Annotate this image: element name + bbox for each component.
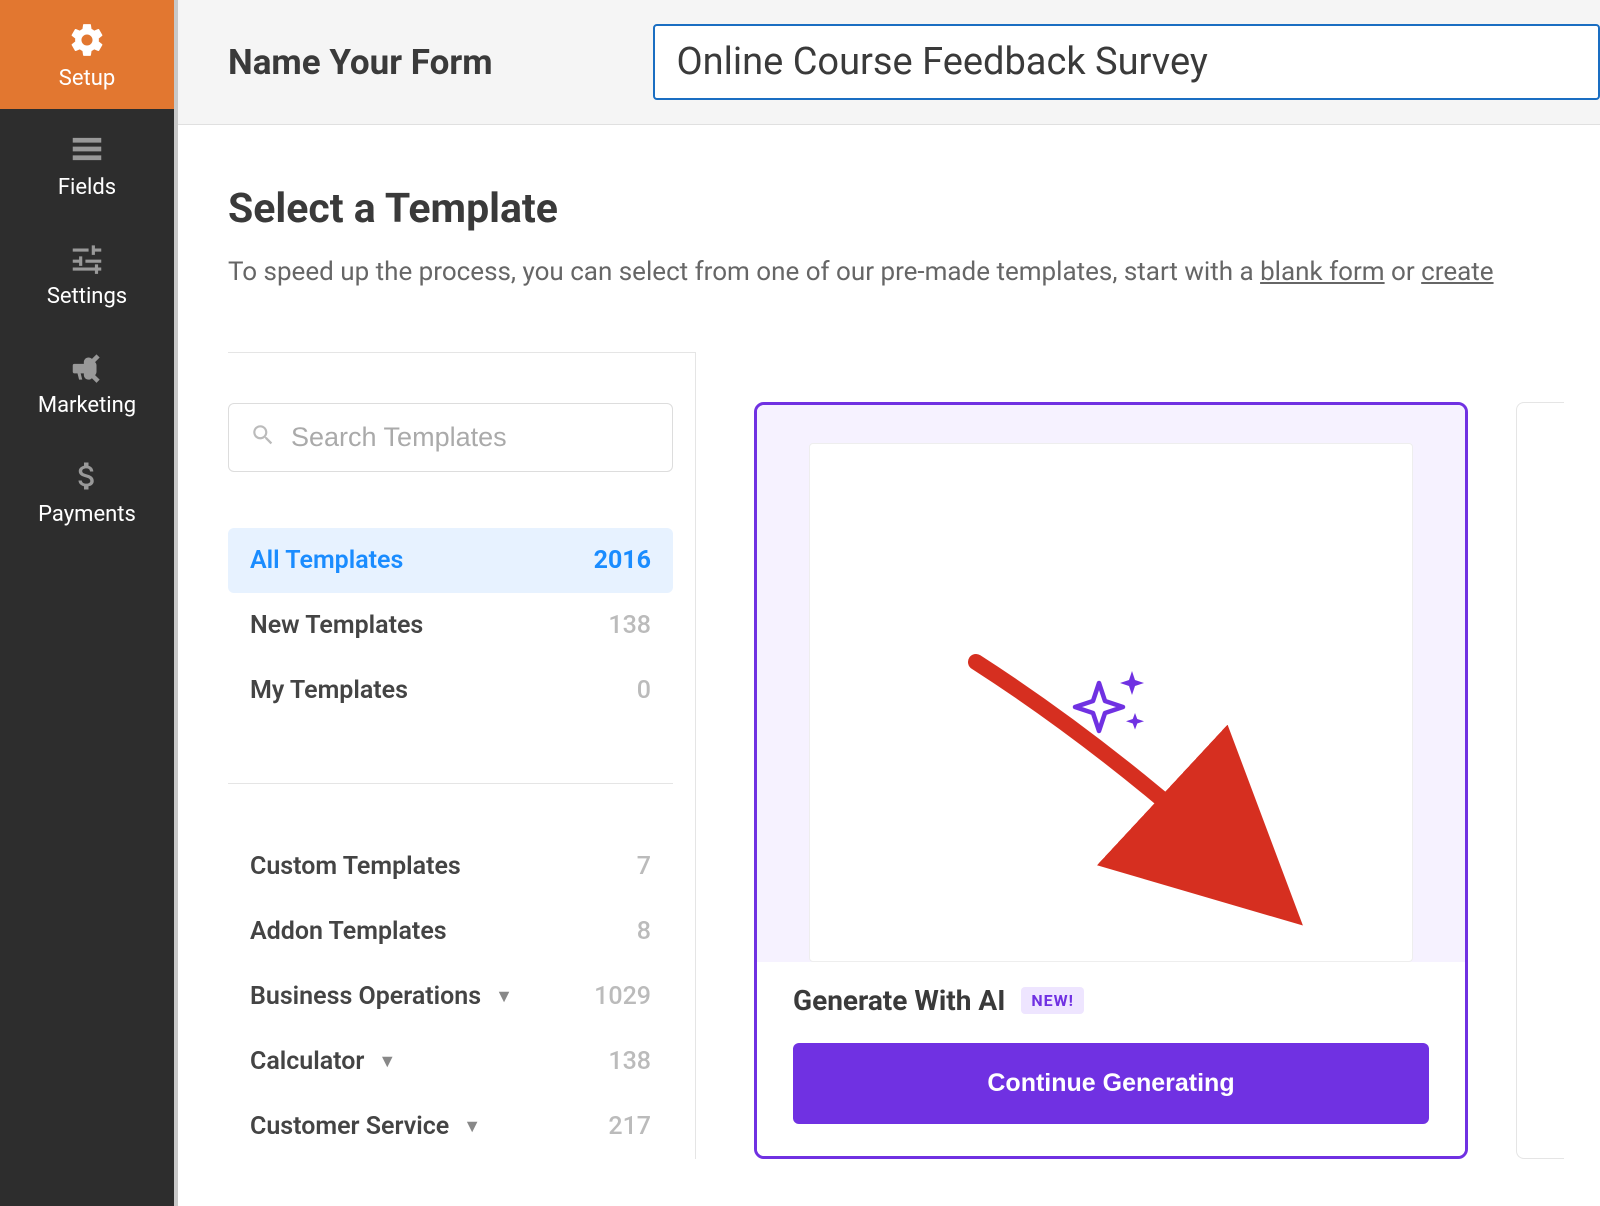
- category-divider: [228, 783, 673, 784]
- sidebar: Setup Fields Settings Marketing Payments: [0, 0, 174, 1206]
- category-name: All Templates: [250, 546, 403, 575]
- category-item-business[interactable]: Business Operations ▼ 1029: [228, 964, 673, 1029]
- category-name: Custom Templates: [250, 852, 461, 881]
- category-name: Calculator: [250, 1047, 364, 1076]
- category-count: 138: [608, 611, 651, 640]
- sliders-icon: [65, 240, 109, 276]
- dollar-icon: [65, 458, 109, 494]
- category-name: Business Operations: [250, 982, 481, 1011]
- template-title: Generate With AI: [793, 984, 1005, 1017]
- chevron-down-icon: ▼: [463, 1116, 481, 1137]
- sidebar-item-payments[interactable]: Payments: [0, 436, 174, 545]
- create-link[interactable]: create: [1421, 257, 1493, 287]
- content: Select a Template To speed up the proces…: [178, 125, 1600, 1159]
- category-item-new[interactable]: New Templates 138: [228, 593, 673, 658]
- search-icon: [250, 422, 276, 454]
- category-name: Addon Templates: [250, 917, 447, 946]
- templates-column: Generate With AI NEW! Continue Generatin…: [696, 352, 1600, 1159]
- header: Name Your Form: [178, 0, 1600, 125]
- list-icon: [65, 131, 109, 167]
- category-item-custom[interactable]: Custom Templates 7: [228, 834, 673, 899]
- section-description: To speed up the process, you can select …: [228, 253, 1600, 292]
- sparkle-icon: [1063, 653, 1159, 753]
- category-count: 138: [608, 1047, 651, 1076]
- category-name: New Templates: [250, 611, 423, 640]
- chevron-down-icon: ▼: [495, 986, 513, 1007]
- gear-icon: [65, 22, 109, 58]
- blank-form-link[interactable]: blank form: [1260, 257, 1385, 287]
- category-count: 7: [637, 852, 651, 881]
- sidebar-item-setup[interactable]: Setup: [0, 0, 174, 109]
- sidebar-item-settings[interactable]: Settings: [0, 218, 174, 327]
- category-count: 1029: [594, 982, 651, 1011]
- category-list-secondary: Custom Templates 7 Addon Templates 8 Bus…: [228, 834, 673, 1159]
- sidebar-item-fields[interactable]: Fields: [0, 109, 174, 218]
- category-name: My Templates: [250, 676, 408, 705]
- search-input[interactable]: [228, 403, 673, 472]
- categories-column: All Templates 2016 New Templates 138 My …: [228, 352, 696, 1159]
- category-item-my[interactable]: My Templates 0: [228, 658, 673, 723]
- sidebar-item-label: Setup: [59, 66, 115, 91]
- category-item-customer-service[interactable]: Customer Service ▼ 217: [228, 1094, 673, 1159]
- template-card-ai[interactable]: Generate With AI NEW! Continue Generatin…: [754, 402, 1468, 1159]
- sidebar-item-label: Marketing: [38, 393, 136, 418]
- chevron-down-icon: ▼: [378, 1051, 396, 1072]
- search-wrap: [228, 403, 673, 472]
- main: Name Your Form Select a Template To spee…: [174, 0, 1600, 1206]
- form-name-input[interactable]: [653, 24, 1600, 100]
- category-item-all[interactable]: All Templates 2016: [228, 528, 673, 593]
- category-count: 8: [637, 917, 651, 946]
- sidebar-item-label: Settings: [47, 284, 127, 309]
- continue-generating-button[interactable]: Continue Generating: [793, 1043, 1429, 1124]
- sidebar-item-label: Fields: [58, 175, 116, 200]
- category-count: 2016: [594, 546, 651, 575]
- form-name-label: Name Your Form: [228, 42, 493, 83]
- desc-text: or: [1385, 257, 1422, 287]
- category-item-addon[interactable]: Addon Templates 8: [228, 899, 673, 964]
- category-item-calculator[interactable]: Calculator ▼ 138: [228, 1029, 673, 1094]
- desc-text: To speed up the process, you can select …: [228, 257, 1260, 287]
- category-list-primary: All Templates 2016 New Templates 138 My …: [228, 528, 673, 723]
- new-badge: NEW!: [1021, 987, 1084, 1014]
- category-name: Customer Service: [250, 1112, 449, 1141]
- category-count: 217: [608, 1112, 651, 1141]
- section-title: Select a Template: [228, 185, 1600, 233]
- template-footer: Generate With AI NEW! Continue Generatin…: [757, 962, 1465, 1156]
- megaphone-icon: [65, 349, 109, 385]
- sidebar-item-label: Payments: [38, 502, 136, 527]
- template-preview: [757, 405, 1465, 962]
- template-preview-inner: [809, 443, 1413, 962]
- category-count: 0: [637, 676, 651, 705]
- template-card-partial[interactable]: [1516, 402, 1564, 1159]
- sidebar-item-marketing[interactable]: Marketing: [0, 327, 174, 436]
